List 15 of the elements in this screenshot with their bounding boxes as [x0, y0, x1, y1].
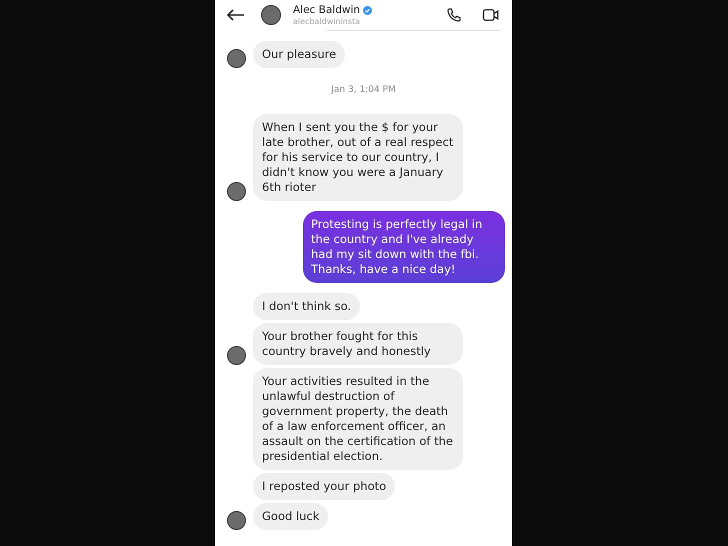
profile-avatar	[261, 5, 281, 25]
message-bubble: I don't think so.	[253, 292, 360, 320]
message-bubble: Good luck	[253, 502, 328, 530]
message-bubble: Our pleasure	[253, 41, 346, 68]
message-bubble: When I sent you the $ for your late brother, out of a real respect for his service to our country, I didn't know you were a January 6th rioter	[253, 114, 463, 200]
contact-handle: alecbaldwininsta	[293, 16, 362, 26]
back-arrow-icon[interactable]	[227, 9, 245, 21]
message-bubble: Your activities resulted in the unlawful destruction of government property, the death of a law enforcement officer, an assault on the certification of the presidential election.	[253, 368, 463, 470]
contact-name: Alec Baldwin	[293, 4, 360, 16]
video-camera-icon[interactable]	[482, 7, 500, 23]
message-bubble: I reposted your photo	[253, 472, 396, 500]
timestamp: Jan 3, 1:04 PM	[331, 84, 396, 97]
message-bubble: Protesting is perfectly legal in the country and I've already had my sit down with the fbi. Thanks, have a nice day!	[303, 210, 505, 282]
phone-icon[interactable]	[446, 7, 462, 23]
message-bubble: Your brother fought for this country bravely and honestly	[253, 322, 463, 364]
